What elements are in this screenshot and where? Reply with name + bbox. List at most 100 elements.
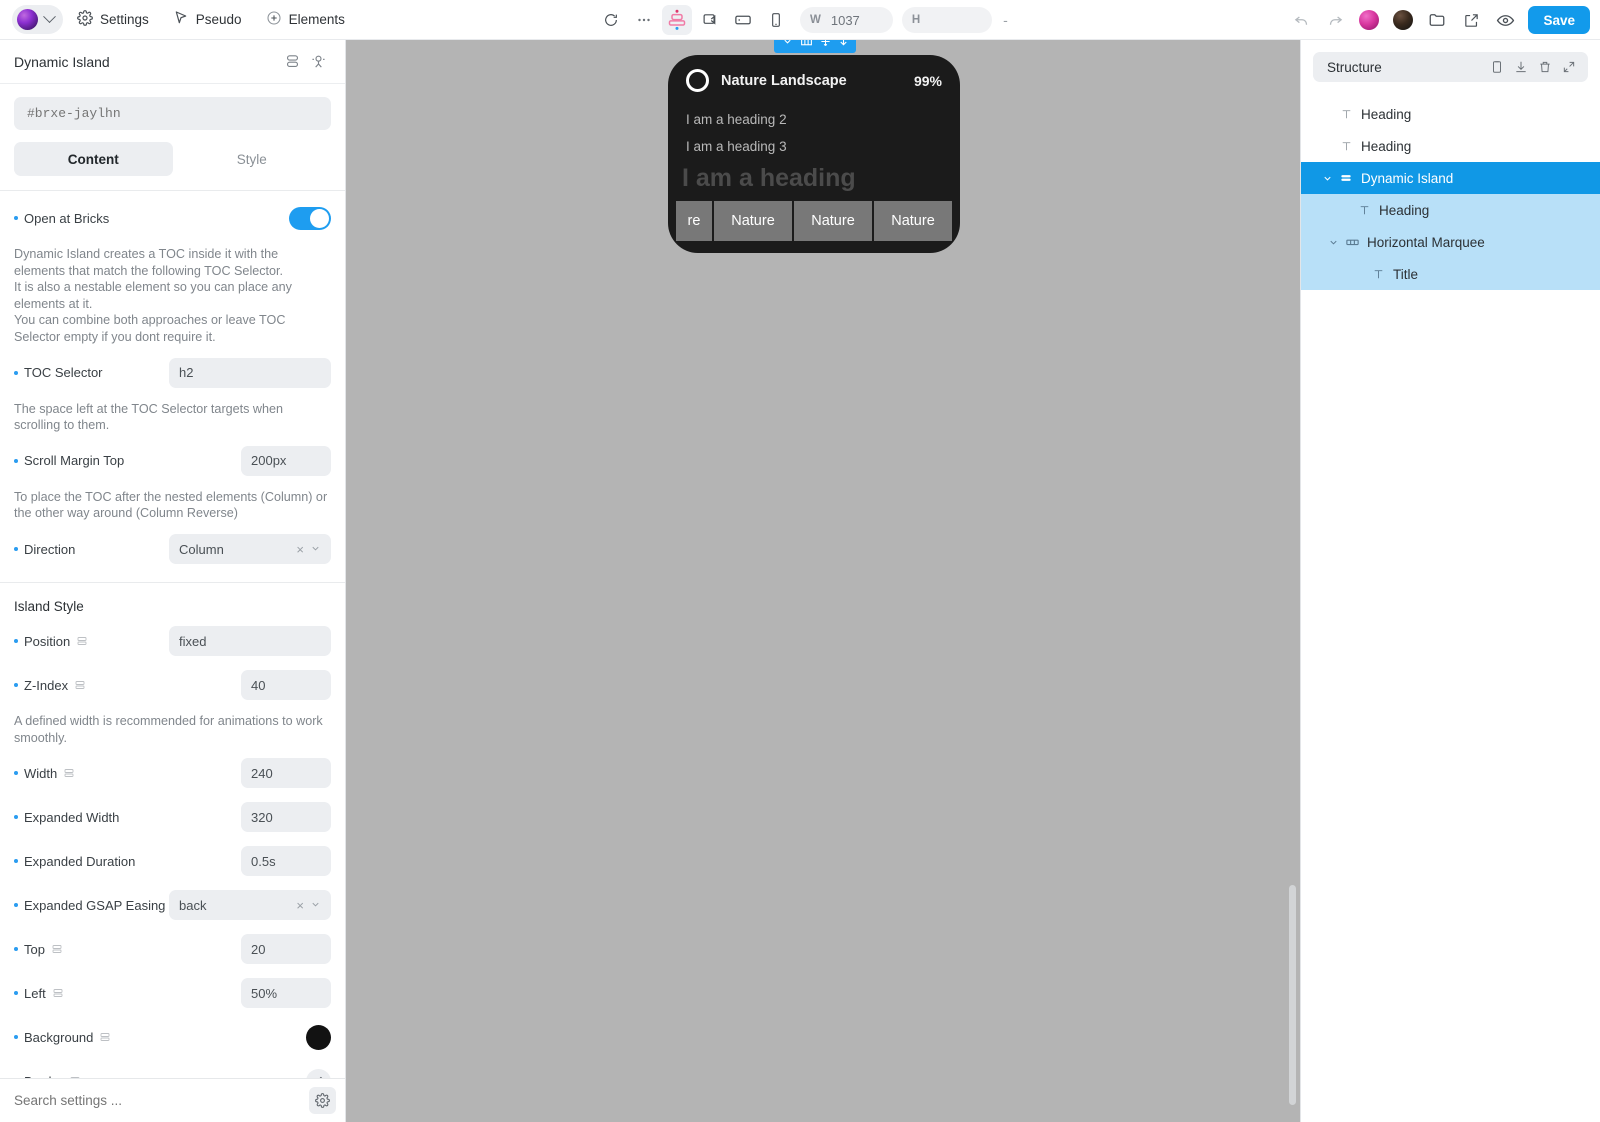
laptop-device-icon[interactable] <box>695 5 725 35</box>
desktop-breakpoint-icon[interactable] <box>662 5 692 35</box>
circle-ring-icon <box>686 69 709 92</box>
element-selection-toolbar[interactable] <box>774 40 856 53</box>
z-index-input[interactable] <box>241 670 331 701</box>
redo-icon[interactable] <box>1320 5 1350 35</box>
toolbar-center-group: W H - <box>596 0 1008 40</box>
height-label: H <box>911 14 921 26</box>
structure-title: Structure <box>1327 59 1382 75</box>
setting-dot-icon <box>14 547 18 552</box>
tree-item-title[interactable]: Title <box>1301 258 1600 290</box>
external-link-icon[interactable] <box>1456 5 1486 35</box>
left-input[interactable] <box>241 978 331 1009</box>
panel-divider <box>0 190 345 191</box>
canvas-scrollbar[interactable] <box>1289 885 1296 1105</box>
tab-content[interactable]: Content <box>14 142 173 176</box>
chevron-down-icon[interactable] <box>782 40 793 52</box>
tree-item-horizontal-marquee[interactable]: Horizontal Marquee <box>1301 226 1600 258</box>
layers-icon[interactable] <box>279 49 305 75</box>
expanded-gsap-easing-label: Expanded GSAP Easing <box>24 897 166 913</box>
row-z-index: Z-Index 3 <box>0 668 345 702</box>
clear-icon[interactable]: × <box>296 542 304 557</box>
eye-icon[interactable] <box>1490 5 1520 35</box>
clipboard-icon[interactable] <box>1486 56 1508 78</box>
dimension-separator: - <box>1003 12 1008 28</box>
structure-tree: Heading Heading Dynamic Island Heading H… <box>1301 98 1600 290</box>
move-icon[interactable] <box>820 40 831 52</box>
setting-dot-icon <box>14 771 18 776</box>
background-color-swatch[interactable] <box>306 1024 331 1050</box>
folder-icon[interactable] <box>1422 5 1452 35</box>
chevron-down-icon[interactable] <box>1319 173 1335 184</box>
tree-item-heading-child[interactable]: Heading <box>1301 194 1600 226</box>
breakpoint-icon[interactable] <box>99 1031 111 1043</box>
horizontal-marquee[interactable]: re Nature Nature Nature <box>668 201 960 241</box>
expanded-gsap-easing-select[interactable]: back × <box>169 890 331 921</box>
position-input[interactable] <box>169 626 331 657</box>
section-divider <box>0 582 345 584</box>
tree-item-dynamic-island[interactable]: Dynamic Island <box>1301 162 1600 194</box>
arrow-down-icon[interactable] <box>838 40 849 52</box>
scroll-margin-label-group: Scroll Margin Top <box>14 453 241 468</box>
tree-item-heading-2[interactable]: Heading <box>1301 130 1600 162</box>
cursor-icon <box>173 10 189 29</box>
tree-item-label: Title <box>1393 266 1419 282</box>
expanded-width-label-group: Expanded Width <box>14 810 241 825</box>
refresh-icon[interactable] <box>596 5 626 35</box>
width-field[interactable]: W <box>800 7 893 33</box>
breakpoint-icon[interactable] <box>74 679 86 691</box>
breakpoint-icon[interactable] <box>76 635 88 647</box>
breakpoint-icon[interactable] <box>51 943 63 955</box>
toc-selector-label-group: TOC Selector <box>14 365 169 380</box>
breakpoint-icon[interactable] <box>63 767 75 779</box>
breakpoint-icon[interactable] <box>52 987 64 999</box>
position-label: Position <box>24 633 71 649</box>
help-direction-text: To place the TOC after the nested elemen… <box>14 489 328 521</box>
tab-style[interactable]: Style <box>173 142 332 176</box>
chevron-down-icon <box>310 898 321 913</box>
height-field[interactable]: H <box>901 7 993 33</box>
setting-dot-icon <box>14 903 18 908</box>
setting-dot-icon <box>14 859 18 864</box>
toolbar-left-group: Settings Pseudo Elements <box>0 5 355 34</box>
island-icon <box>1335 171 1357 185</box>
height-input[interactable] <box>930 12 989 28</box>
background-label: Background <box>24 1029 94 1045</box>
brand-menu-button[interactable] <box>12 5 63 34</box>
collapse-icon[interactable] <box>1558 56 1580 78</box>
trash-icon[interactable] <box>1534 56 1556 78</box>
pseudo-button[interactable]: Pseudo <box>163 5 252 34</box>
expanded-duration-input[interactable] <box>241 846 331 877</box>
columns-icon[interactable] <box>800 40 813 52</box>
palette-orb-icon[interactable] <box>1354 5 1384 35</box>
search-settings-input[interactable] <box>14 1093 309 1108</box>
interaction-icon[interactable] <box>305 49 331 75</box>
width-setting-input[interactable] <box>241 758 331 789</box>
dynamic-island-preview[interactable]: Nature Landscape 99% I am a heading 2 I … <box>668 55 960 253</box>
top-input[interactable] <box>241 934 331 965</box>
canvas-viewport[interactable]: Nature Landscape 99% I am a heading 2 I … <box>346 40 1300 1122</box>
chevron-down-icon[interactable] <box>1325 237 1341 248</box>
row-position: Position <box>0 624 345 658</box>
download-icon[interactable] <box>1510 56 1532 78</box>
more-dots-icon[interactable] <box>629 5 659 35</box>
gear-icon <box>77 10 93 29</box>
element-id-input[interactable] <box>14 97 331 130</box>
width-input[interactable] <box>830 12 889 28</box>
gear-icon[interactable] <box>309 1087 336 1114</box>
clear-icon[interactable]: × <box>296 898 304 913</box>
open-at-bricks-toggle[interactable] <box>289 206 331 230</box>
toc-selector-input[interactable] <box>169 357 331 388</box>
panel-header: Dynamic Island <box>0 40 345 84</box>
direction-select[interactable]: Column × <box>169 534 331 565</box>
island-header: Nature Landscape 99% <box>668 69 960 92</box>
tree-item-heading-1[interactable]: Heading <box>1301 98 1600 130</box>
mobile-device-icon[interactable] <box>761 5 791 35</box>
settings-button[interactable]: Settings <box>67 5 159 34</box>
tablet-device-icon[interactable] <box>728 5 758 35</box>
scroll-margin-top-input[interactable] <box>241 445 331 476</box>
save-button[interactable]: Save <box>1528 6 1590 34</box>
elements-button[interactable]: Elements <box>256 5 355 34</box>
theme-orb-icon[interactable] <box>1388 5 1418 35</box>
undo-icon[interactable] <box>1286 5 1316 35</box>
expanded-width-input[interactable] <box>241 802 331 833</box>
